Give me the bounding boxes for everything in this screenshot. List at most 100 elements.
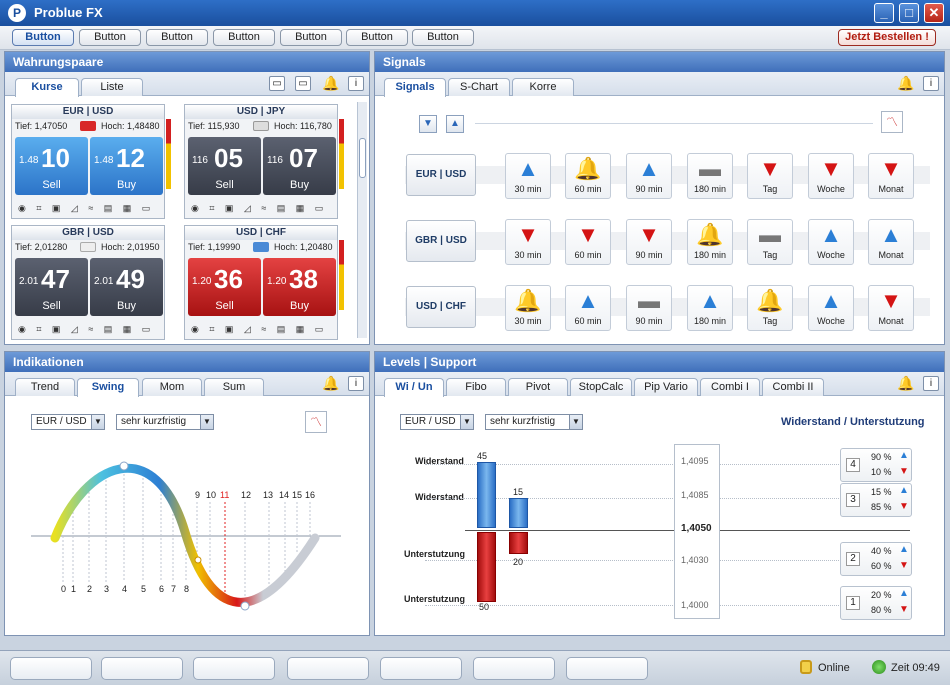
info-icon[interactable]: i: [923, 76, 939, 91]
toolbar-button-1[interactable]: Button: [12, 29, 74, 46]
level-box[interactable]: 3 15 % 85 % ▲ ▼: [840, 483, 912, 517]
footer-button-2[interactable]: [101, 657, 183, 680]
tab-s-chart[interactable]: S-Chart: [448, 78, 510, 96]
close-button[interactable]: ✕: [924, 3, 944, 23]
sell-button[interactable]: 1.20 36 Sell: [188, 258, 261, 316]
info-icon[interactable]: i: [923, 376, 939, 391]
clock-time: Zeit 09:49: [891, 662, 940, 674]
signal-cell[interactable]: ▼ 60 min: [565, 219, 611, 265]
signal-cell[interactable]: ▼ Tag: [747, 153, 793, 199]
signal-cell[interactable]: ▬ Tag: [747, 219, 793, 265]
tab-swing[interactable]: Swing: [77, 378, 139, 397]
tab-mom[interactable]: Mom: [142, 378, 202, 396]
info-icon[interactable]: i: [348, 376, 364, 391]
order-now-button[interactable]: Jetzt Bestellen !: [838, 29, 936, 46]
chart-icon[interactable]: 〽: [881, 111, 903, 133]
signal-cell[interactable]: ▲ 30 min: [505, 153, 551, 199]
footer-button-4[interactable]: [287, 657, 369, 680]
arrow-up-icon: ▲: [880, 222, 902, 247]
period-select[interactable]: sehr kurzfristig ▼: [116, 414, 214, 430]
chart-icon[interactable]: 〽: [305, 411, 327, 433]
tab-combi-2[interactable]: Combi II: [762, 378, 824, 396]
sell-button[interactable]: 2.01 47 Sell: [15, 258, 88, 316]
signal-cell[interactable]: ▲ 180 min: [687, 285, 733, 331]
toolbar-button-7[interactable]: Button: [412, 29, 474, 46]
signal-cell[interactable]: ▼ 90 min: [626, 219, 672, 265]
toolbar-button-4[interactable]: Button: [213, 29, 275, 46]
signal-cell[interactable]: ▬ 90 min: [626, 285, 672, 331]
sort-down-button[interactable]: ▼: [419, 115, 437, 133]
alert-bell-icon[interactable]: 🔔: [322, 76, 339, 91]
footer-button-5[interactable]: [380, 657, 462, 680]
signal-cell[interactable]: ▲ Woche: [808, 285, 854, 331]
toolbar-button-3[interactable]: Button: [146, 29, 208, 46]
tab-signals[interactable]: Signals: [384, 78, 446, 97]
signal-cell[interactable]: ▲ Woche: [808, 219, 854, 265]
tab-trend[interactable]: Trend: [15, 378, 75, 396]
toolbar-button-2[interactable]: Button: [79, 29, 141, 46]
pair-select[interactable]: EUR / USD ▼: [400, 414, 474, 430]
toolbar-button-6[interactable]: Button: [346, 29, 408, 46]
tab-kurse[interactable]: Kurse: [15, 78, 79, 97]
level-box[interactable]: 1 20 % 80 % ▲ ▼: [840, 586, 912, 620]
sell-button[interactable]: 116 05 Sell: [188, 137, 261, 195]
info-icon[interactable]: i: [348, 76, 364, 91]
scrollbar[interactable]: [357, 102, 367, 338]
layout-split-icon[interactable]: ▭: [295, 76, 311, 91]
tab-stopcalc[interactable]: StopCalc: [570, 378, 632, 396]
wave-marker: [119, 461, 129, 471]
sell-button[interactable]: 1.48 10 Sell: [15, 137, 88, 195]
card-tools-icons[interactable]: ◉ ⌗ ▣ ◿ ≈ ▤ ▦ ▭: [14, 203, 164, 217]
alert-bell-icon[interactable]: 🔔: [897, 376, 914, 391]
arrow-down-icon: ▼: [899, 604, 909, 615]
tab-wi-un[interactable]: Wi / Un: [384, 378, 444, 397]
buy-button[interactable]: 1.48 12 Buy: [90, 137, 163, 195]
pair-select[interactable]: EUR / USD ▼: [31, 414, 105, 430]
layout-single-icon[interactable]: ▭: [269, 76, 285, 91]
signal-cell[interactable]: ▼ Monat: [868, 285, 914, 331]
footer-button-7[interactable]: [566, 657, 648, 680]
toolbar-button-5[interactable]: Button: [280, 29, 342, 46]
signal-cell[interactable]: ▲ Monat: [868, 219, 914, 265]
buy-button[interactable]: 2.01 49 Buy: [90, 258, 163, 316]
card-tools-icons[interactable]: ◉ ⌗ ▣ ◿ ≈ ▤ ▦ ▭: [14, 324, 164, 338]
signal-cell[interactable]: 🔔 30 min: [505, 285, 551, 331]
signal-cell[interactable]: 🔔 180 min: [687, 219, 733, 265]
alert-bell-icon[interactable]: 🔔: [322, 376, 339, 391]
sentiment-bar: [166, 119, 171, 189]
tab-liste[interactable]: Liste: [81, 78, 143, 96]
signal-cell[interactable]: ▼ Woche: [808, 153, 854, 199]
tab-pivot[interactable]: Pivot: [508, 378, 568, 396]
signal-pair-button[interactable]: GBR | USD: [406, 220, 476, 262]
tick-label: 10: [206, 490, 216, 500]
tab-sum[interactable]: Sum: [204, 378, 264, 396]
signal-pair-button[interactable]: USD | CHF: [406, 286, 476, 328]
signal-cell[interactable]: ▬ 180 min: [687, 153, 733, 199]
tab-pip-vario[interactable]: Pip Vario: [634, 378, 698, 396]
footer-button-1[interactable]: [10, 657, 92, 680]
signal-pair-button[interactable]: EUR | USD: [406, 154, 476, 196]
maximize-button[interactable]: □: [899, 3, 919, 23]
level-box[interactable]: 2 40 % 60 % ▲ ▼: [840, 542, 912, 576]
signal-cell[interactable]: ▼ 30 min: [505, 219, 551, 265]
level-box[interactable]: 4 90 % 10 % ▲ ▼: [840, 448, 912, 482]
signal-cell[interactable]: 🔔 Tag: [747, 285, 793, 331]
signal-cell[interactable]: 🔔 60 min: [565, 153, 611, 199]
card-tools-icons[interactable]: ◉ ⌗ ▣ ◿ ≈ ▤ ▦ ▭: [187, 203, 337, 217]
tab-korre[interactable]: Korre: [512, 78, 574, 96]
scrollbar-thumb[interactable]: [359, 138, 366, 178]
signal-cell[interactable]: ▲ 90 min: [626, 153, 672, 199]
buy-button[interactable]: 1.20 38 Buy: [263, 258, 336, 316]
footer-button-6[interactable]: [473, 657, 555, 680]
sort-up-button[interactable]: ▲: [446, 115, 464, 133]
buy-button[interactable]: 116 07 Buy: [263, 137, 336, 195]
tab-combi-1[interactable]: Combi I: [700, 378, 760, 396]
signal-cell[interactable]: ▼ Monat: [868, 153, 914, 199]
footer-button-3[interactable]: [193, 657, 275, 680]
signal-cell[interactable]: ▲ 60 min: [565, 285, 611, 331]
card-tools-icons[interactable]: ◉ ⌗ ▣ ◿ ≈ ▤ ▦ ▭: [187, 324, 337, 338]
tab-fibo[interactable]: Fibo: [446, 378, 506, 396]
period-select[interactable]: sehr kurzfristig ▼: [485, 414, 583, 430]
minimize-button[interactable]: _: [874, 3, 894, 23]
alert-bell-icon[interactable]: 🔔: [897, 76, 914, 91]
